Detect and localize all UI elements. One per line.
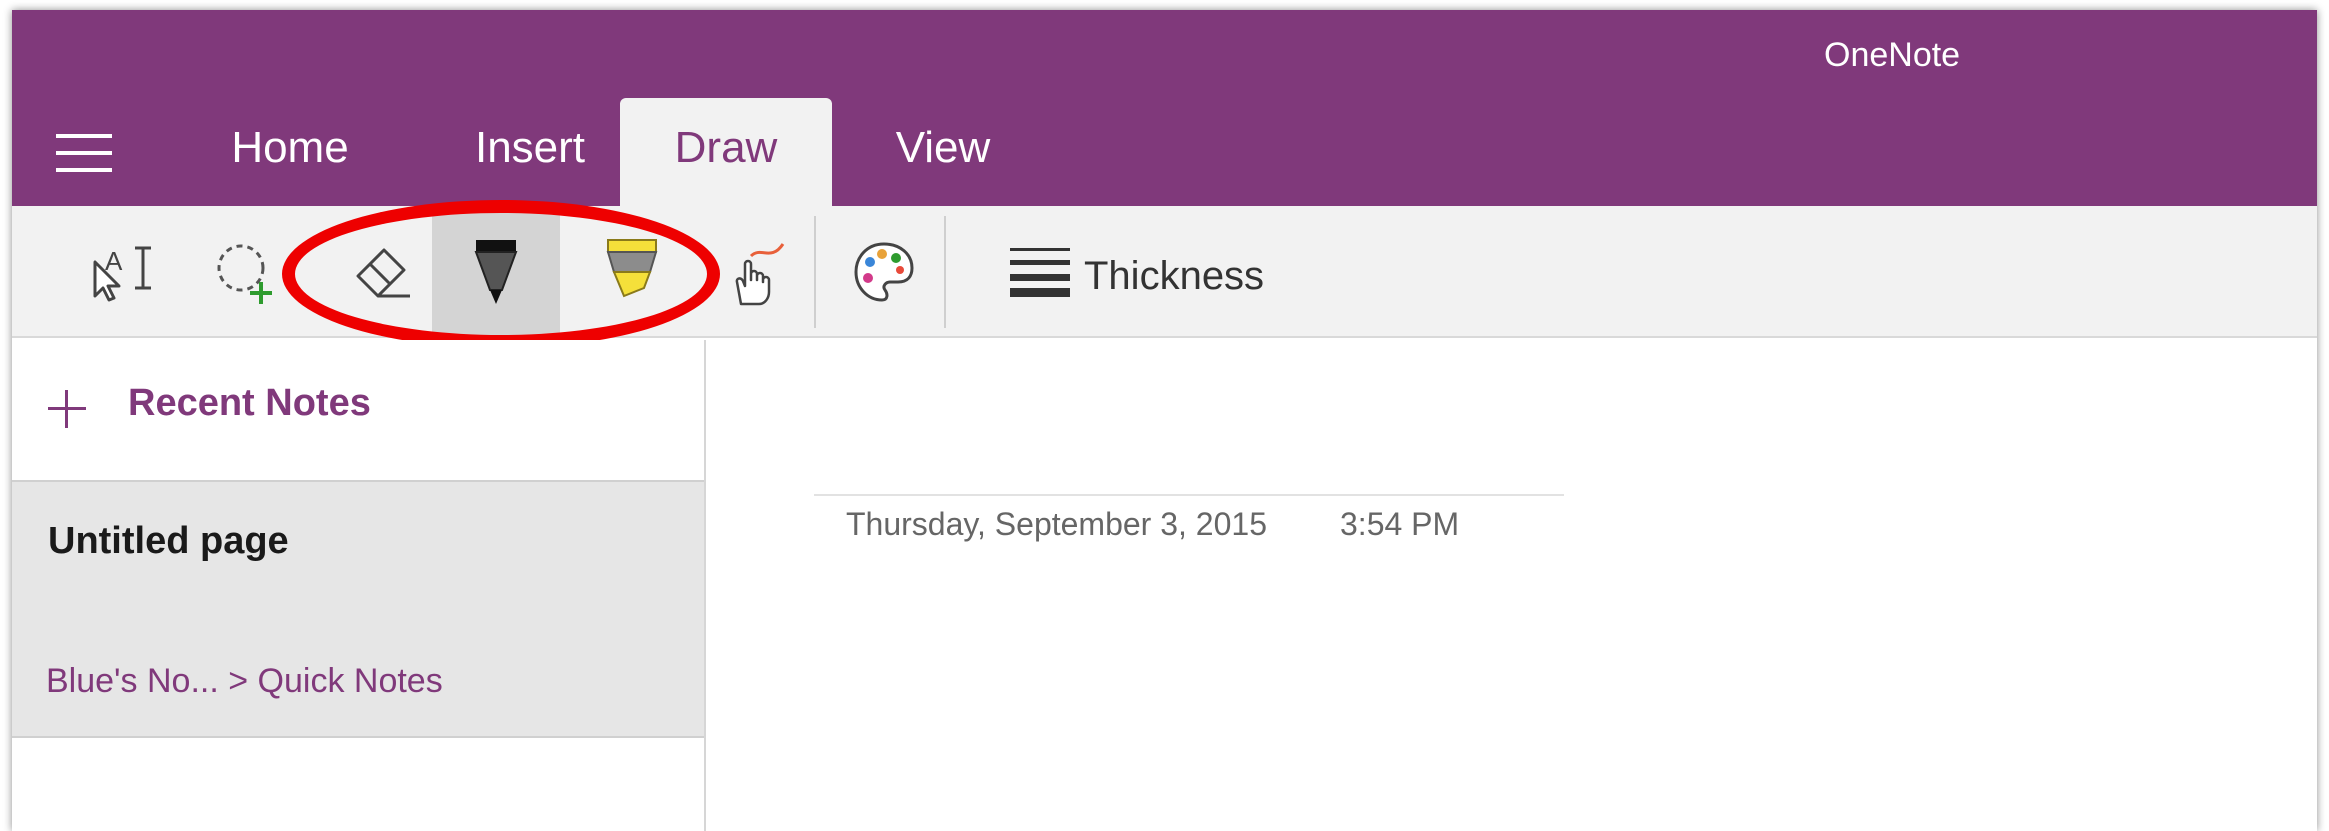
page-title-underline <box>814 494 1564 496</box>
thickness-label[interactable]: Thickness <box>1084 254 1264 299</box>
page-item-title: Untitled page <box>48 520 289 562</box>
thickness-button[interactable] <box>980 206 1100 338</box>
page-item-location: Blue's No... > Quick Notes <box>46 662 443 700</box>
notes-list-pane: Recent Notes Untitled page Blue's No... … <box>12 340 706 831</box>
tab-draw[interactable]: Draw <box>620 98 832 206</box>
svg-text:A: A <box>105 246 123 276</box>
tab-view[interactable]: View <box>870 98 1016 206</box>
thickness-icon <box>1010 248 1070 297</box>
page-date: Thursday, September 3, 2015 <box>846 506 1267 542</box>
ribbon-separator <box>944 216 946 328</box>
hamburger-menu-icon[interactable] <box>56 134 112 174</box>
ribbon-separator <box>814 216 816 328</box>
tab-home[interactable]: Home <box>190 98 390 206</box>
title-bar: OneNote Home Insert Draw View <box>12 10 2317 206</box>
type-select-icon: A <box>93 246 151 302</box>
recent-notes-button[interactable]: Recent Notes <box>12 340 704 478</box>
lasso-select-icon <box>217 244 272 304</box>
onenote-window: OneNote Home Insert Draw View A Thicknes… <box>12 10 2317 831</box>
page-list-item[interactable]: Untitled page Blue's No... > Quick Notes <box>12 480 704 738</box>
page-time: 3:54 PM <box>1340 506 1460 542</box>
draw-with-touch-button[interactable] <box>712 206 802 338</box>
app-title: OneNote <box>1824 36 1961 74</box>
recent-notes-label: Recent Notes <box>128 382 371 424</box>
tab-insert[interactable]: Insert <box>440 98 620 206</box>
color-button[interactable] <box>834 206 934 338</box>
plus-icon <box>48 390 86 428</box>
type-select-button[interactable]: A <box>68 206 178 338</box>
draw-with-touch-icon <box>735 243 785 306</box>
red-annotation-circle <box>282 200 720 348</box>
note-canvas[interactable]: Thursday, September 3, 2015 3:54 PM <box>708 340 2317 831</box>
color-palette-icon <box>854 242 914 302</box>
